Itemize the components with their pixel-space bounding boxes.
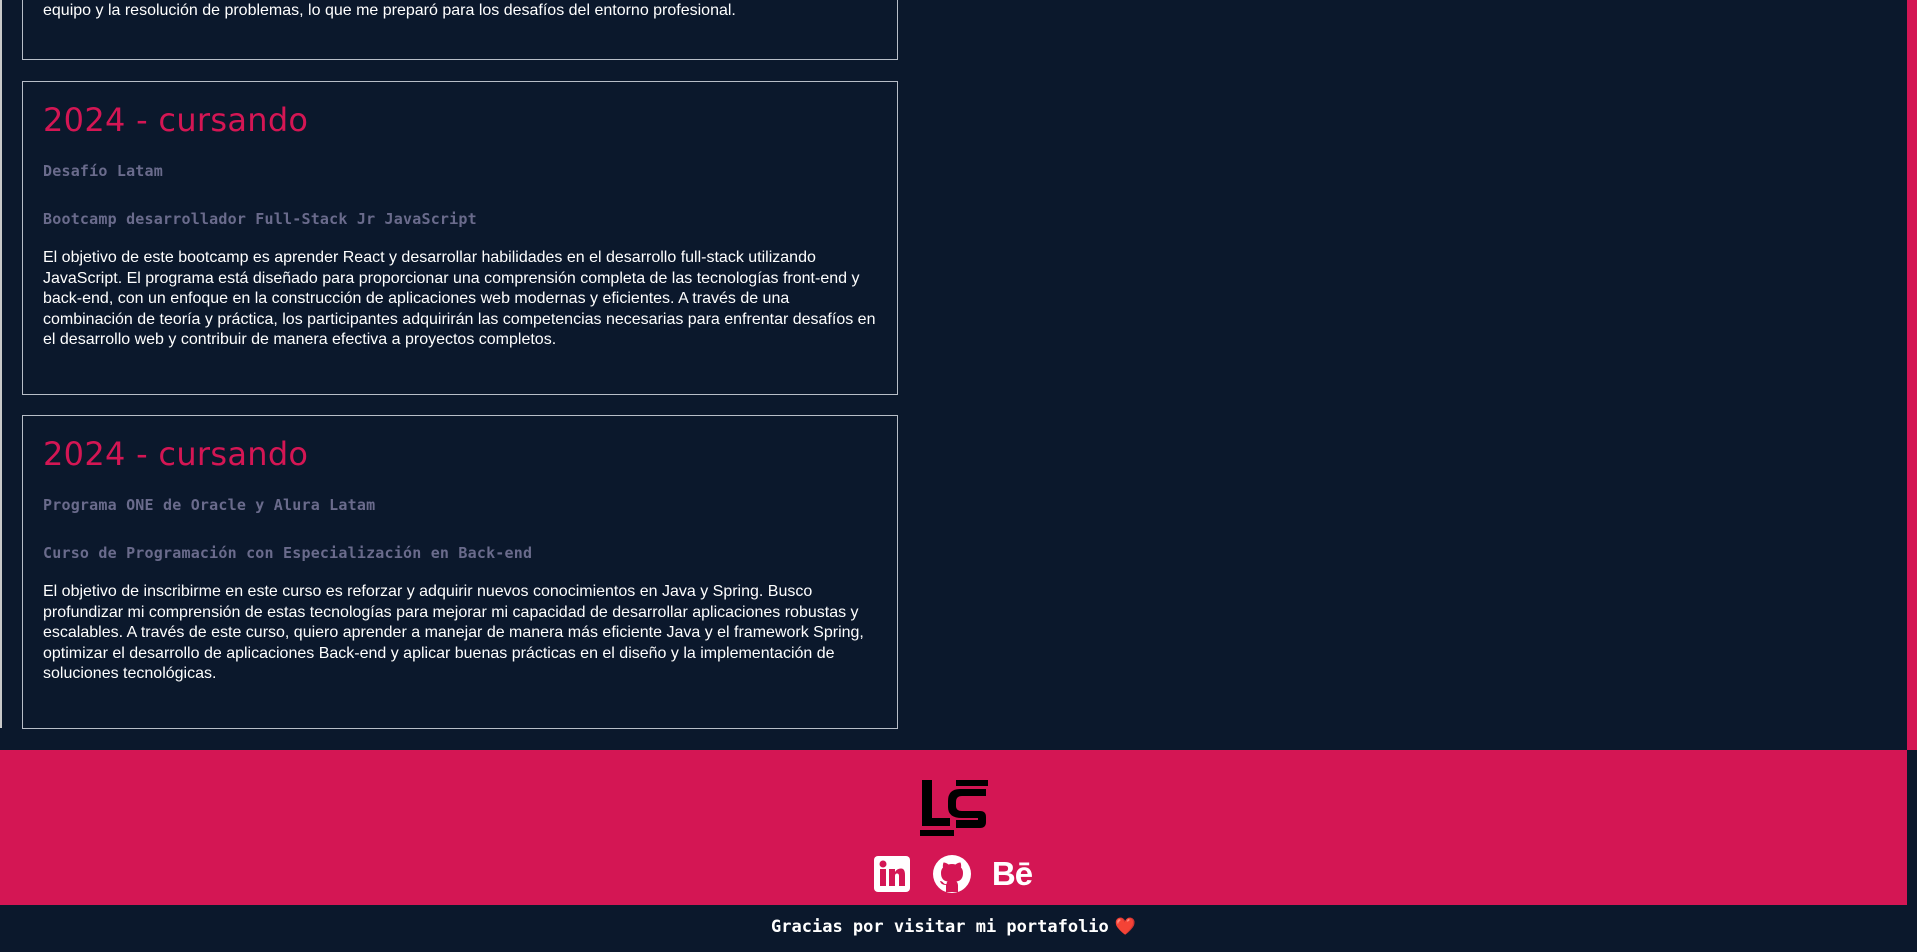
card-description: equipo y la resolución de problemas, lo … bbox=[43, 2, 736, 19]
footer: Bē bbox=[0, 750, 1907, 905]
behance-icon: Bē bbox=[991, 855, 1033, 892]
ls-logo bbox=[920, 780, 988, 836]
card-year: 2024 - cursando bbox=[43, 435, 309, 473]
card-description: El objetivo de este bootcamp es aprender… bbox=[43, 249, 876, 348]
card-course: Curso de Programación con Especializació… bbox=[43, 544, 533, 562]
github-icon bbox=[933, 855, 971, 893]
card-description: El objetivo de inscribirme en este curso… bbox=[43, 583, 864, 682]
timeline-line bbox=[0, 0, 2, 728]
linkedin-icon bbox=[874, 856, 910, 892]
card-year: 2024 - cursando bbox=[43, 101, 309, 139]
footer-thanks: Gracias por visitar mi portafolio ❤️ bbox=[0, 917, 1907, 937]
thanks-text: Gracias por visitar mi portafolio bbox=[771, 917, 1109, 937]
card-institution: Desafío Latam bbox=[43, 162, 163, 180]
card-course: Bootcamp desarrollador Full-Stack Jr Jav… bbox=[43, 210, 477, 228]
education-card: equipo y la resolución de problemas, lo … bbox=[22, 0, 898, 60]
education-card: 2024 - cursando Programa ONE de Oracle y… bbox=[22, 415, 898, 729]
linkedin-link[interactable] bbox=[872, 854, 912, 894]
behance-link[interactable]: Bē bbox=[991, 854, 1033, 894]
social-links: Bē bbox=[872, 854, 1033, 894]
heart-icon: ❤️ bbox=[1114, 917, 1136, 937]
right-accent-bar bbox=[1907, 0, 1917, 750]
education-card: 2024 - cursando Desafío Latam Bootcamp d… bbox=[22, 81, 898, 395]
github-link[interactable] bbox=[932, 854, 972, 894]
card-institution: Programa ONE de Oracle y Alura Latam bbox=[43, 496, 376, 514]
